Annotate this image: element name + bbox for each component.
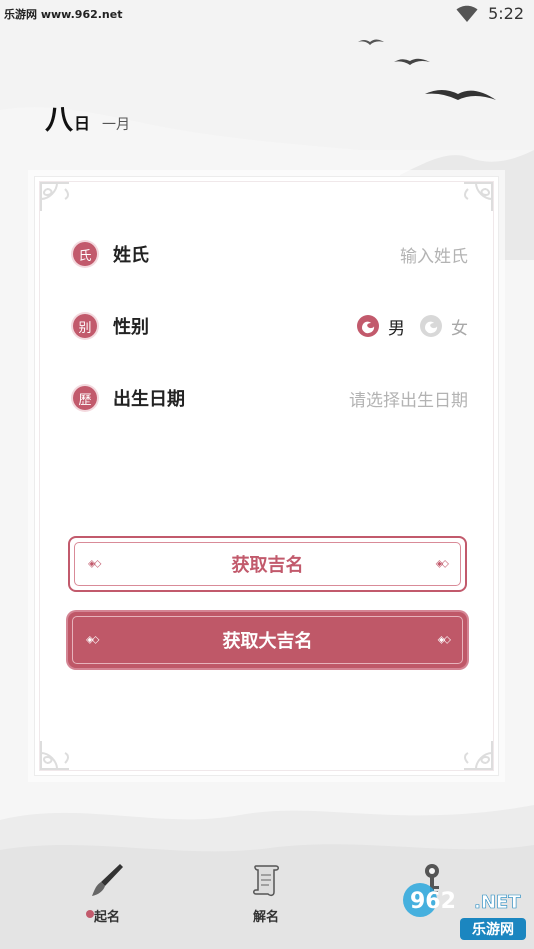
gender-row: 别 性别 男 女 — [73, 306, 468, 346]
male-radio-icon — [357, 315, 379, 337]
brush-icon — [92, 864, 123, 896]
gender-option-female[interactable]: 女 — [419, 314, 468, 339]
nav-label-interpret: 解名 — [252, 910, 279, 925]
watermark-logo-tld: .NET — [474, 892, 521, 913]
status-icons: 5:22 — [456, 4, 524, 23]
nav-label-naming-text: 起名 — [93, 910, 120, 925]
gender-seal-icon: 别 — [73, 314, 97, 338]
watermark-text: 乐游网 www.962.net — [4, 8, 123, 21]
clock: 5:22 — [488, 4, 524, 23]
status-bar: 乐游网 www.962.net 5:22 — [0, 0, 534, 30]
date-header: 八 日 一月 — [45, 98, 130, 138]
diamond-left-icon: ◈◇ — [86, 634, 99, 646]
corner-ornament-icon — [464, 741, 493, 770]
lunar-month: 一月 — [102, 117, 131, 133]
female-radio-icon — [420, 315, 442, 337]
watermark-logo-sub: 乐游网 — [472, 921, 514, 938]
watermark-logo-main: 962 — [410, 889, 456, 914]
birth-date-label: 出生日期 — [113, 389, 185, 410]
gender-male-label: 男 — [388, 318, 405, 339]
get-great-name-button[interactable]: ◈◇ 获取大吉名 ◈◇ — [68, 612, 467, 668]
lunar-day: 八 — [45, 103, 74, 136]
diamond-right-icon: ◈◇ — [435, 558, 449, 570]
get-good-name-button[interactable]: ◈◇ 获取吉名 ◈◇ — [68, 536, 467, 592]
surname-row[interactable]: 氏 姓氏 输入姓氏 — [73, 234, 468, 274]
diamond-left-icon: ◈◇ — [88, 558, 101, 570]
gender-label: 性别 — [113, 317, 149, 338]
birth-date-row[interactable]: 歷 出生日期 请选择出生日期 — [73, 378, 468, 418]
corner-ornament-icon — [40, 182, 69, 211]
nav-label-naming: 起名 — [85, 906, 120, 925]
surname-seal-icon: 氏 — [73, 242, 97, 266]
gender-female-label: 女 — [451, 318, 468, 339]
active-indicator — [85, 910, 94, 918]
surname-input[interactable]: 输入姓氏 — [400, 242, 468, 267]
get-good-name-label: 获取吉名 — [231, 555, 304, 576]
corner-ornament-icon — [40, 741, 69, 770]
site-watermark-logo: 962 .NET 乐游网 — [403, 883, 526, 940]
get-great-name-label: 获取大吉名 — [222, 631, 313, 652]
day-suffix: 日 — [74, 114, 91, 133]
naming-form-card: 氏 姓氏 输入姓氏 别 性别 男 女 歷 出生日期 请选择出生日期 ◈◇ 获取吉… — [34, 176, 499, 776]
wifi-icon — [456, 5, 478, 22]
surname-label: 姓氏 — [113, 245, 149, 266]
gender-options: 男 女 — [342, 314, 468, 339]
gender-option-male[interactable]: 男 — [356, 314, 405, 339]
nav-item-naming[interactable]: 起名 — [67, 860, 147, 925]
nav-item-interpret[interactable]: 解名 — [226, 860, 306, 925]
scroll-icon — [253, 865, 279, 897]
corner-ornament-icon — [464, 182, 493, 211]
birth-date-seal-icon: 歷 — [73, 386, 97, 410]
diamond-right-icon: ◈◇ — [437, 634, 451, 646]
birds-illustration — [358, 39, 496, 100]
birth-date-picker[interactable]: 请选择出生日期 — [349, 386, 468, 411]
